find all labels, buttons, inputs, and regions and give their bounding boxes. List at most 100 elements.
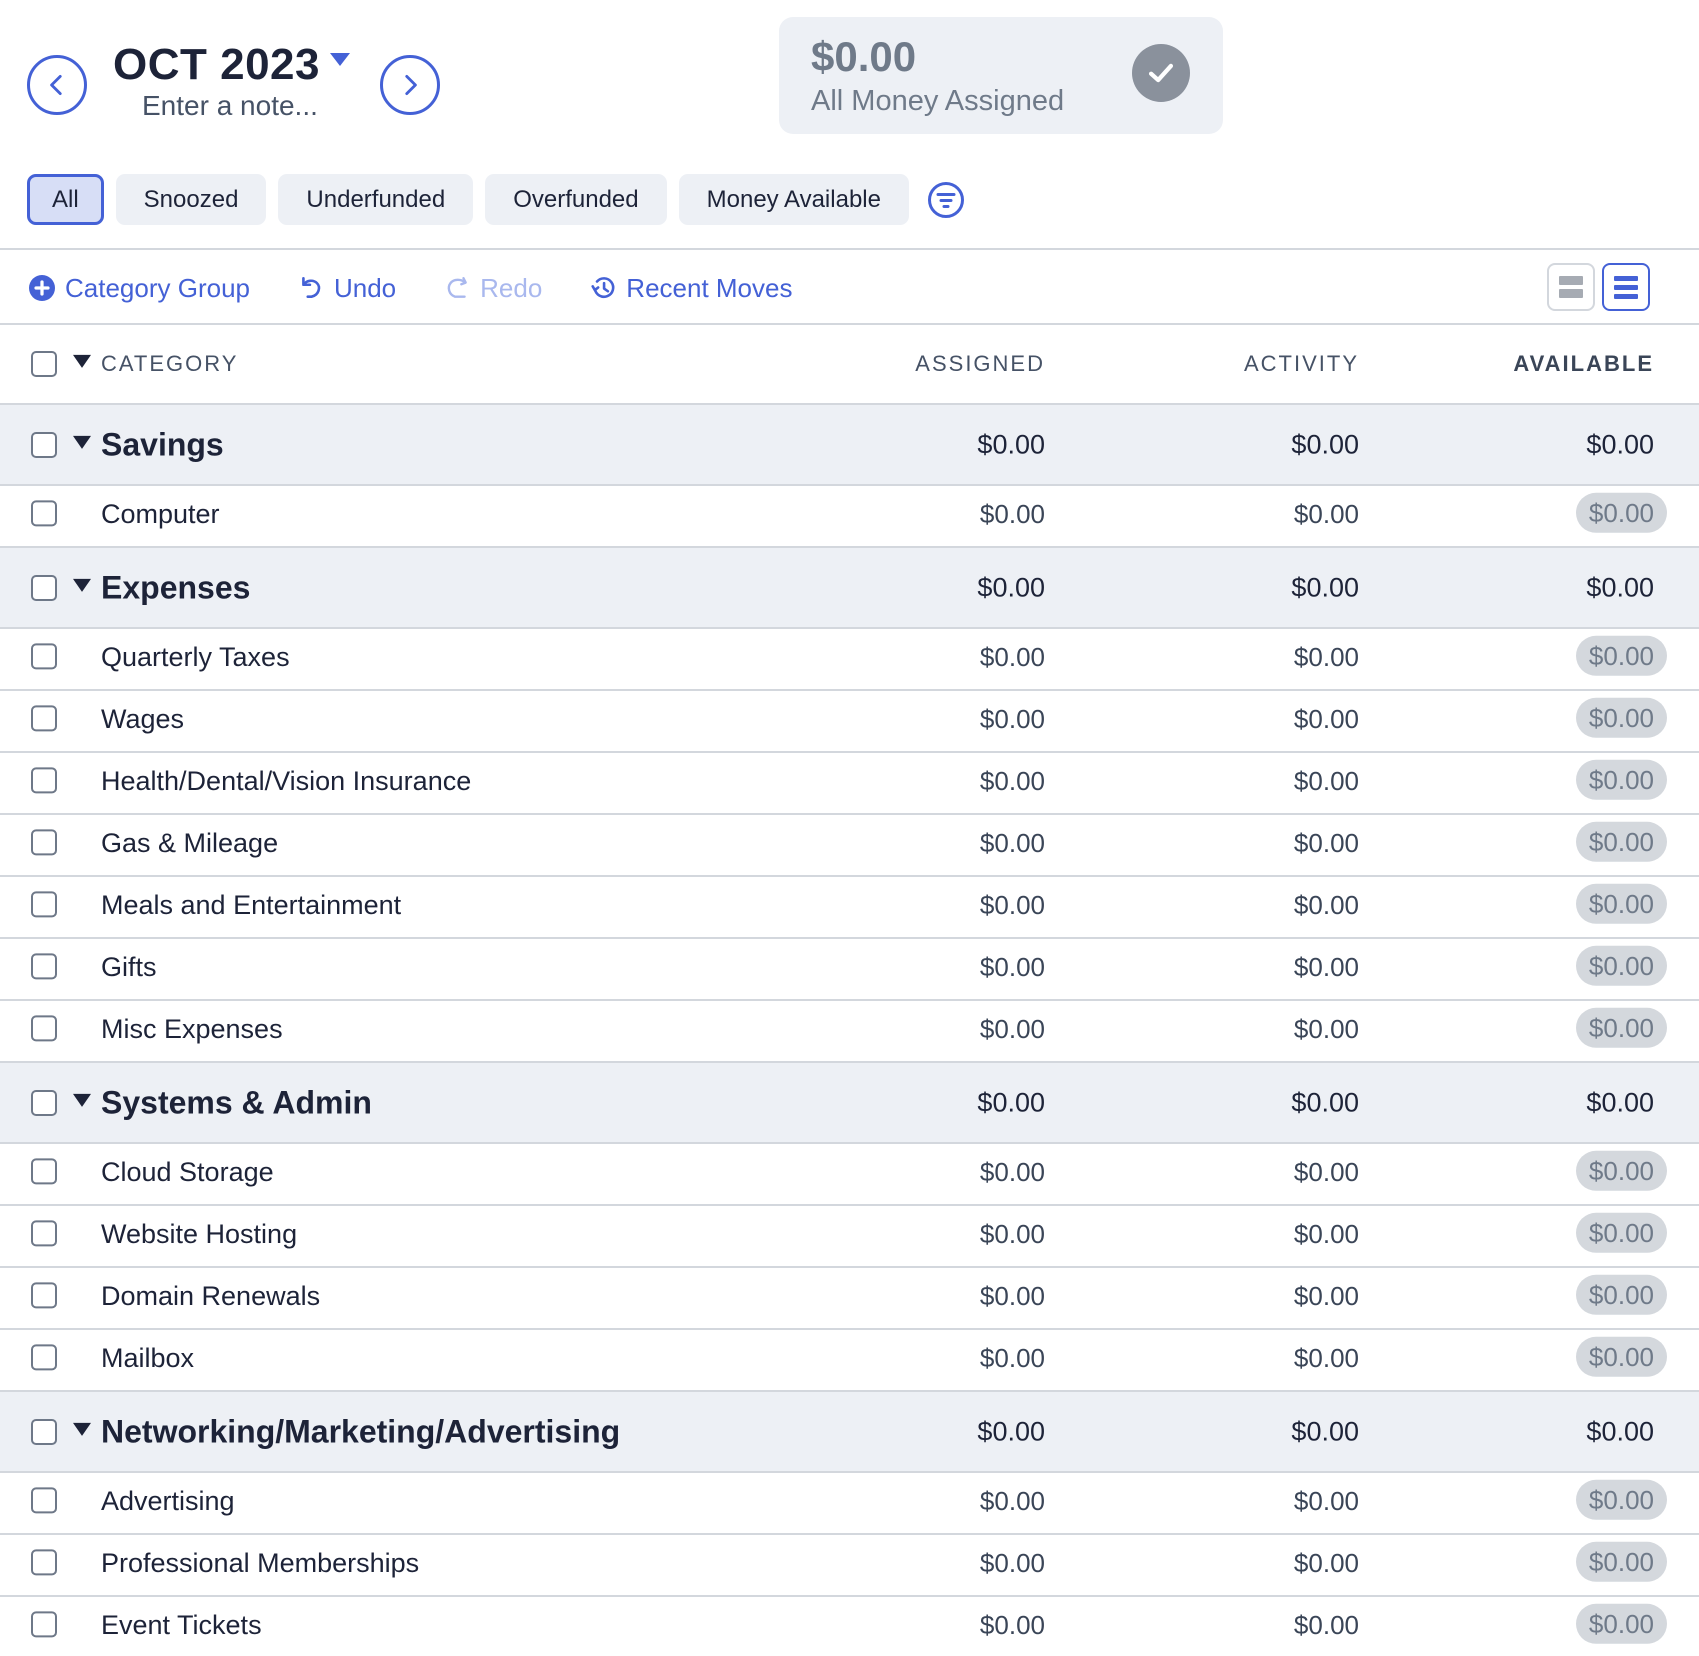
category-available-pill[interactable]: $0.00 bbox=[1575, 1336, 1667, 1377]
category-group-row[interactable]: Savings $0.00 $0.00 $0.00 bbox=[0, 405, 1699, 486]
row-checkbox[interactable] bbox=[31, 767, 57, 794]
category-available-pill[interactable]: $0.00 bbox=[1575, 635, 1667, 676]
category-row[interactable]: Quarterly Taxes $0.00 $0.00 $0.00 bbox=[0, 629, 1699, 691]
category-available-pill[interactable]: $0.00 bbox=[1575, 1603, 1667, 1644]
category-available-pill[interactable]: $0.00 bbox=[1575, 1212, 1667, 1253]
row-checkbox[interactable] bbox=[31, 953, 57, 980]
category-row[interactable]: Health/Dental/Vision Insurance $0.00 $0.00… bbox=[0, 753, 1699, 815]
column-header-category[interactable]: CATEGORY bbox=[101, 351, 238, 377]
category-name[interactable]: Gas & Mileage bbox=[101, 828, 278, 859]
category-available-pill[interactable]: $0.00 bbox=[1575, 1274, 1667, 1315]
category-assigned[interactable]: $0.00 bbox=[980, 1610, 1045, 1641]
row-checkbox[interactable] bbox=[31, 1549, 57, 1576]
month-selector[interactable]: OCT 2023 bbox=[113, 40, 350, 90]
row-checkbox[interactable] bbox=[31, 1611, 57, 1638]
category-assigned[interactable]: $0.00 bbox=[980, 1548, 1045, 1579]
collapse-group-toggle[interactable] bbox=[73, 1422, 91, 1436]
row-checkbox[interactable] bbox=[31, 1089, 57, 1116]
category-activity[interactable]: $0.00 bbox=[1294, 766, 1359, 797]
category-activity[interactable]: $0.00 bbox=[1294, 828, 1359, 859]
category-available-pill[interactable]: $0.00 bbox=[1575, 1150, 1667, 1191]
category-row[interactable]: Computer $0.00 $0.00 $0.00 bbox=[0, 486, 1699, 548]
category-row[interactable]: Domain Renewals $0.00 $0.00 $0.00 bbox=[0, 1268, 1699, 1330]
undo-button[interactable]: Undo bbox=[298, 273, 396, 304]
category-assigned[interactable]: $0.00 bbox=[980, 499, 1045, 530]
category-name[interactable]: Professional Memberships bbox=[101, 1548, 419, 1579]
category-assigned[interactable]: $0.00 bbox=[980, 1281, 1045, 1312]
row-checkbox[interactable] bbox=[31, 1158, 57, 1185]
category-name[interactable]: Cloud Storage bbox=[101, 1157, 274, 1188]
category-activity[interactable]: $0.00 bbox=[1294, 1610, 1359, 1641]
category-activity[interactable]: $0.00 bbox=[1294, 890, 1359, 921]
row-checkbox[interactable] bbox=[31, 500, 57, 527]
next-month-button[interactable] bbox=[380, 55, 440, 115]
filter-snoozed[interactable]: Snoozed bbox=[115, 174, 267, 225]
category-activity[interactable]: $0.00 bbox=[1294, 952, 1359, 983]
filter-all[interactable]: All bbox=[27, 174, 104, 225]
category-group-row[interactable]: Systems & Admin $0.00 $0.00 $0.00 bbox=[0, 1063, 1699, 1144]
row-checkbox[interactable] bbox=[31, 1487, 57, 1514]
category-assigned[interactable]: $0.00 bbox=[980, 1014, 1045, 1045]
filter-money-available[interactable]: Money Available bbox=[678, 174, 909, 225]
category-group-row[interactable]: Expenses $0.00 $0.00 $0.00 bbox=[0, 548, 1699, 629]
category-row[interactable]: Professional Memberships $0.00 $0.00 $0.00 bbox=[0, 1535, 1699, 1597]
category-group-row[interactable]: Networking/Marketing/Advertising $0.00 $0.… bbox=[0, 1392, 1699, 1473]
category-activity[interactable]: $0.00 bbox=[1294, 1343, 1359, 1374]
category-name[interactable]: Misc Expenses bbox=[101, 1014, 283, 1045]
category-name[interactable]: Wages bbox=[101, 704, 184, 735]
month-note-input[interactable]: Enter a note... bbox=[142, 90, 318, 122]
category-name[interactable]: Domain Renewals bbox=[101, 1281, 320, 1312]
category-available-pill[interactable]: $0.00 bbox=[1575, 1541, 1667, 1582]
category-row[interactable]: Meals and Entertainment $0.00 $0.00 $0.00 bbox=[0, 877, 1699, 939]
group-name[interactable]: Systems & Admin bbox=[101, 1084, 372, 1121]
category-row[interactable]: Mailbox $0.00 $0.00 $0.00 bbox=[0, 1330, 1699, 1392]
redo-button[interactable]: Redo bbox=[444, 273, 542, 304]
filter-overfunded[interactable]: Overfunded bbox=[485, 174, 667, 225]
category-activity[interactable]: $0.00 bbox=[1294, 1219, 1359, 1250]
group-name[interactable]: Savings bbox=[101, 426, 224, 463]
add-category-group-button[interactable]: Category Group bbox=[29, 273, 250, 304]
category-name[interactable]: Quarterly Taxes bbox=[101, 642, 290, 673]
group-name[interactable]: Networking/Marketing/Advertising bbox=[101, 1413, 620, 1450]
collapse-group-toggle[interactable] bbox=[73, 435, 91, 449]
collapse-group-toggle[interactable] bbox=[73, 1093, 91, 1107]
filter-icon[interactable] bbox=[927, 181, 965, 219]
category-available-pill[interactable]: $0.00 bbox=[1575, 1007, 1667, 1048]
category-name[interactable]: Gifts bbox=[101, 952, 157, 983]
filter-underfunded[interactable]: Underfunded bbox=[278, 174, 474, 225]
category-row[interactable]: Website Hosting $0.00 $0.00 $0.00 bbox=[0, 1206, 1699, 1268]
category-assigned[interactable]: $0.00 bbox=[980, 704, 1045, 735]
group-name[interactable]: Expenses bbox=[101, 569, 250, 606]
category-row[interactable]: Wages $0.00 $0.00 $0.00 bbox=[0, 691, 1699, 753]
category-available-pill[interactable]: $0.00 bbox=[1575, 697, 1667, 738]
category-row[interactable]: Cloud Storage $0.00 $0.00 $0.00 bbox=[0, 1144, 1699, 1206]
category-assigned[interactable]: $0.00 bbox=[980, 1219, 1045, 1250]
category-row[interactable]: Misc Expenses $0.00 $0.00 $0.00 bbox=[0, 1001, 1699, 1063]
category-activity[interactable]: $0.00 bbox=[1294, 499, 1359, 530]
row-checkbox[interactable] bbox=[31, 1418, 57, 1445]
category-activity[interactable]: $0.00 bbox=[1294, 642, 1359, 673]
category-activity[interactable]: $0.00 bbox=[1294, 1486, 1359, 1517]
row-checkbox[interactable] bbox=[31, 574, 57, 601]
category-assigned[interactable]: $0.00 bbox=[980, 766, 1045, 797]
category-available-pill[interactable]: $0.00 bbox=[1575, 1479, 1667, 1520]
category-name[interactable]: Mailbox bbox=[101, 1343, 194, 1374]
category-name[interactable]: Health/Dental/Vision Insurance bbox=[101, 766, 471, 797]
category-activity[interactable]: $0.00 bbox=[1294, 1281, 1359, 1312]
category-row[interactable]: Advertising $0.00 $0.00 $0.00 bbox=[0, 1473, 1699, 1535]
row-checkbox[interactable] bbox=[31, 431, 57, 458]
collapse-group-toggle[interactable] bbox=[73, 578, 91, 592]
category-assigned[interactable]: $0.00 bbox=[980, 1157, 1045, 1188]
row-checkbox[interactable] bbox=[31, 643, 57, 670]
category-available-pill[interactable]: $0.00 bbox=[1575, 883, 1667, 924]
category-activity[interactable]: $0.00 bbox=[1294, 1157, 1359, 1188]
row-checkbox[interactable] bbox=[31, 891, 57, 918]
recent-moves-button[interactable]: Recent Moves bbox=[590, 273, 792, 304]
collapse-all-toggle[interactable] bbox=[73, 354, 91, 368]
category-activity[interactable]: $0.00 bbox=[1294, 1548, 1359, 1579]
category-activity[interactable]: $0.00 bbox=[1294, 1014, 1359, 1045]
row-checkbox[interactable] bbox=[31, 829, 57, 856]
row-checkbox[interactable] bbox=[31, 1015, 57, 1042]
row-checkbox[interactable] bbox=[31, 1344, 57, 1371]
category-available-pill[interactable]: $0.00 bbox=[1575, 821, 1667, 862]
